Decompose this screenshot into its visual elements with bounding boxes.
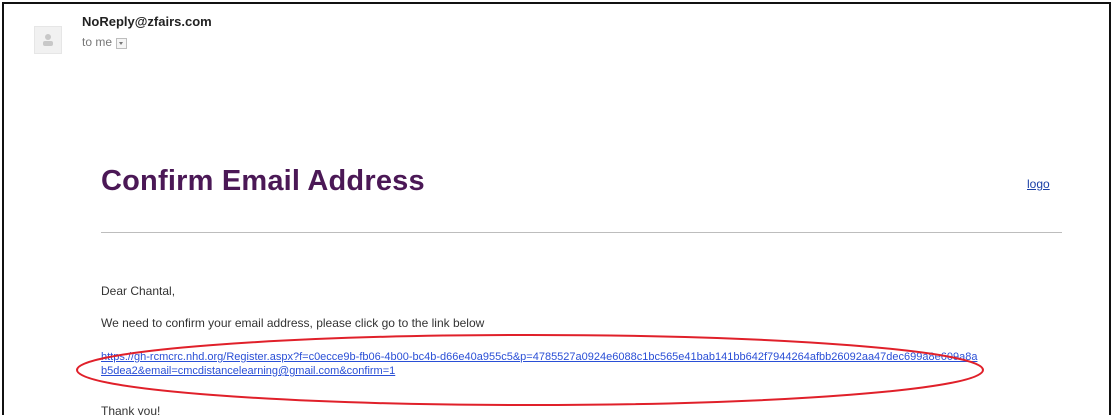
sender-avatar: [34, 26, 62, 54]
divider: [101, 232, 1062, 233]
dropdown-arrow-icon[interactable]: [116, 37, 128, 49]
logo-link[interactable]: logo: [1027, 177, 1050, 191]
email-heading: Confirm Email Address: [101, 165, 425, 197]
highlight-ellipse: [76, 334, 984, 406]
email-view: NoReply@zfairs.com to me Confirm Email A…: [2, 2, 1111, 415]
sender-address: NoReply@zfairs.com: [82, 14, 212, 29]
recipient-line: to me: [82, 35, 128, 49]
instruction-text: We need to confirm your email address, p…: [101, 316, 485, 330]
greeting-text: Dear Chantal,: [101, 284, 176, 298]
recipient-label: to me: [82, 35, 113, 49]
closing-text: Thank you!: [101, 404, 161, 415]
default-user-icon: [43, 34, 53, 46]
